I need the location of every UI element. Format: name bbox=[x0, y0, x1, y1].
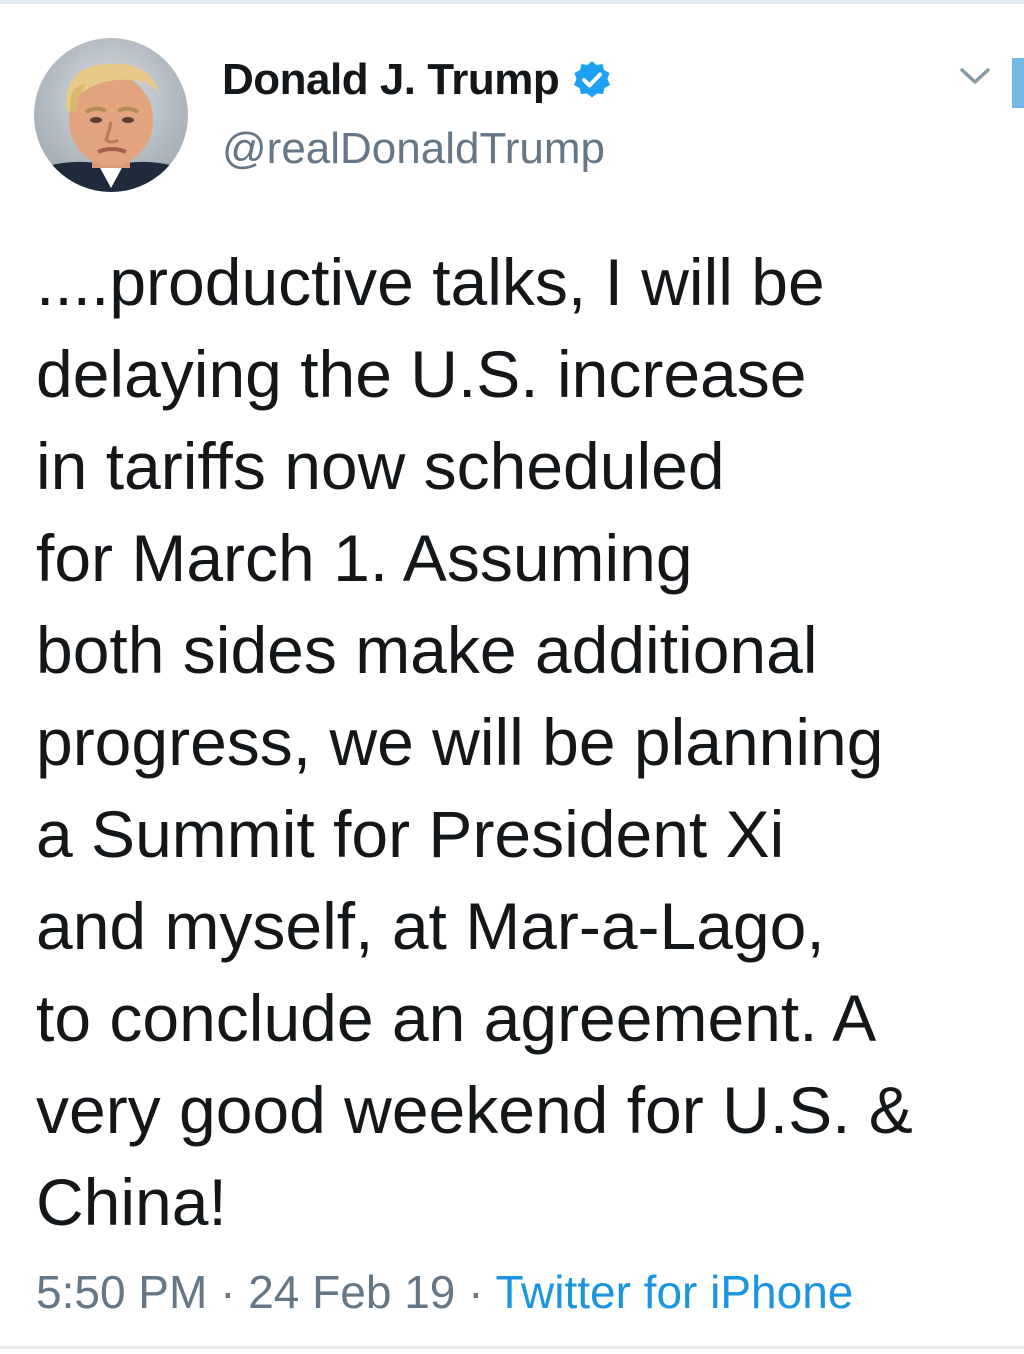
author-avatar[interactable] bbox=[34, 38, 188, 192]
tweet-source-link[interactable]: Twitter for iPhone bbox=[495, 1266, 853, 1318]
tweet-text: ....productive talks, I will be delaying… bbox=[36, 245, 913, 1239]
bottom-divider bbox=[0, 1346, 1024, 1349]
meta-separator: · bbox=[455, 1266, 496, 1318]
verified-badge-icon bbox=[571, 59, 613, 101]
author-row: Donald J. Trump bbox=[222, 50, 613, 110]
author-handle[interactable]: @realDonaldTrump bbox=[222, 124, 605, 174]
author-name[interactable]: Donald J. Trump bbox=[222, 55, 560, 105]
tweet-time: 5:50 PM bbox=[36, 1266, 208, 1318]
profile-photo bbox=[34, 38, 188, 192]
tweet-metadata: 5:50 PM · 24 Feb 19 · Twitter for iPhone bbox=[36, 1262, 853, 1322]
meta-separator: · bbox=[207, 1266, 249, 1318]
scroll-indicator bbox=[1012, 58, 1024, 108]
top-divider bbox=[0, 0, 1024, 4]
tweet-date: 24 Feb 19 bbox=[248, 1266, 456, 1318]
chevron-down-icon[interactable] bbox=[958, 62, 992, 92]
